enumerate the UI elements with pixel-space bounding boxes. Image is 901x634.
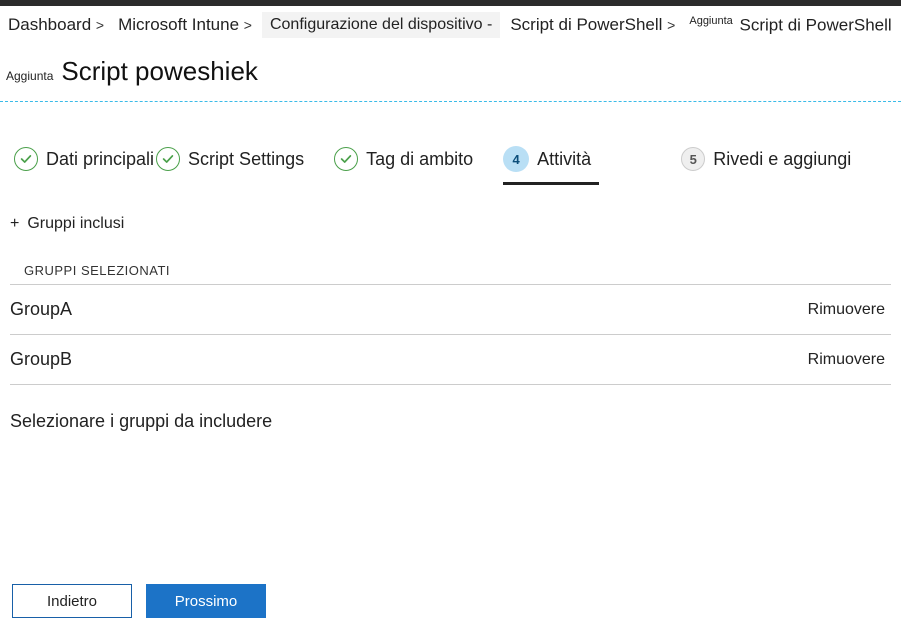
group-name: GroupA (10, 299, 72, 320)
assignments-section: + Gruppi inclusi Gruppi selezionati Grou… (0, 185, 901, 432)
add-group-label: Gruppi inclusi (27, 215, 124, 233)
breadcrumb-prefix: Aggiunta (689, 15, 732, 27)
check-icon (156, 147, 180, 171)
check-icon (14, 147, 38, 171)
breadcrumb-sep: > (667, 17, 675, 33)
breadcrumb-label: Script di PowerShell (740, 15, 892, 34)
wizard-footer: Indietro Prossimo (12, 584, 266, 618)
breadcrumb-item-add-script[interactable]: Aggiunta Script di PowerShell (685, 13, 895, 38)
table-row: GroupB Rimuovere (10, 334, 891, 384)
step-number-icon: 4 (503, 146, 529, 172)
remove-group-link[interactable]: Rimuovere (808, 301, 885, 319)
breadcrumb-item-device-config[interactable]: Configurazione del dispositivo - (262, 12, 500, 38)
step-script-settings[interactable]: Script Settings (156, 147, 312, 184)
breadcrumb-label: Configurazione del dispositivo - (270, 16, 492, 33)
breadcrumb-label: Dashboard (8, 15, 91, 34)
step-scope-tags[interactable]: Tag di ambito (334, 147, 481, 184)
plus-icon: + (10, 216, 19, 232)
step-basics[interactable]: Dati principali (14, 147, 162, 184)
remove-group-link[interactable]: Rimuovere (808, 351, 885, 369)
back-button[interactable]: Indietro (12, 584, 132, 618)
step-assignments[interactable]: 4 Attività (503, 146, 599, 185)
step-review[interactable]: 5 Rivedi e aggiungi (681, 147, 859, 184)
step-label: Tag di ambito (366, 149, 473, 170)
step-label: Rivedi e aggiungi (713, 149, 851, 170)
breadcrumb: Dashboard > Microsoft Intune > Configura… (0, 6, 901, 44)
next-button[interactable]: Prossimo (146, 584, 266, 618)
page-title: Script poweshiek (61, 56, 258, 87)
step-number-icon: 5 (681, 147, 705, 171)
breadcrumb-item-dashboard[interactable]: Dashboard > (4, 13, 108, 37)
breadcrumb-sep: > (244, 17, 252, 33)
step-label: Dati principali (46, 149, 154, 170)
breadcrumb-label: Microsoft Intune (118, 15, 239, 34)
table-row: GroupA Rimuovere (10, 284, 891, 334)
breadcrumb-item-intune[interactable]: Microsoft Intune > (114, 13, 256, 37)
breadcrumb-item-powershell-scripts[interactable]: Script di PowerShell > (506, 13, 679, 37)
selected-groups-header: Gruppi selezionati (24, 263, 891, 278)
group-name: GroupB (10, 349, 72, 370)
breadcrumb-sep: > (96, 17, 104, 33)
breadcrumb-label: Script di PowerShell (510, 15, 662, 34)
page-title-row: Aggiunta Script poweshiek (0, 44, 901, 101)
wizard-steps: Dati principali Script Settings Tag di a… (0, 102, 901, 185)
step-label: Attività (537, 149, 591, 170)
step-label: Script Settings (188, 149, 304, 170)
divider (10, 384, 891, 385)
check-icon (334, 147, 358, 171)
select-groups-link[interactable]: Selezionare i gruppi da includere (10, 411, 891, 432)
add-included-groups-button[interactable]: + Gruppi inclusi (10, 215, 124, 237)
page-title-prefix: Aggiunta (6, 69, 53, 83)
